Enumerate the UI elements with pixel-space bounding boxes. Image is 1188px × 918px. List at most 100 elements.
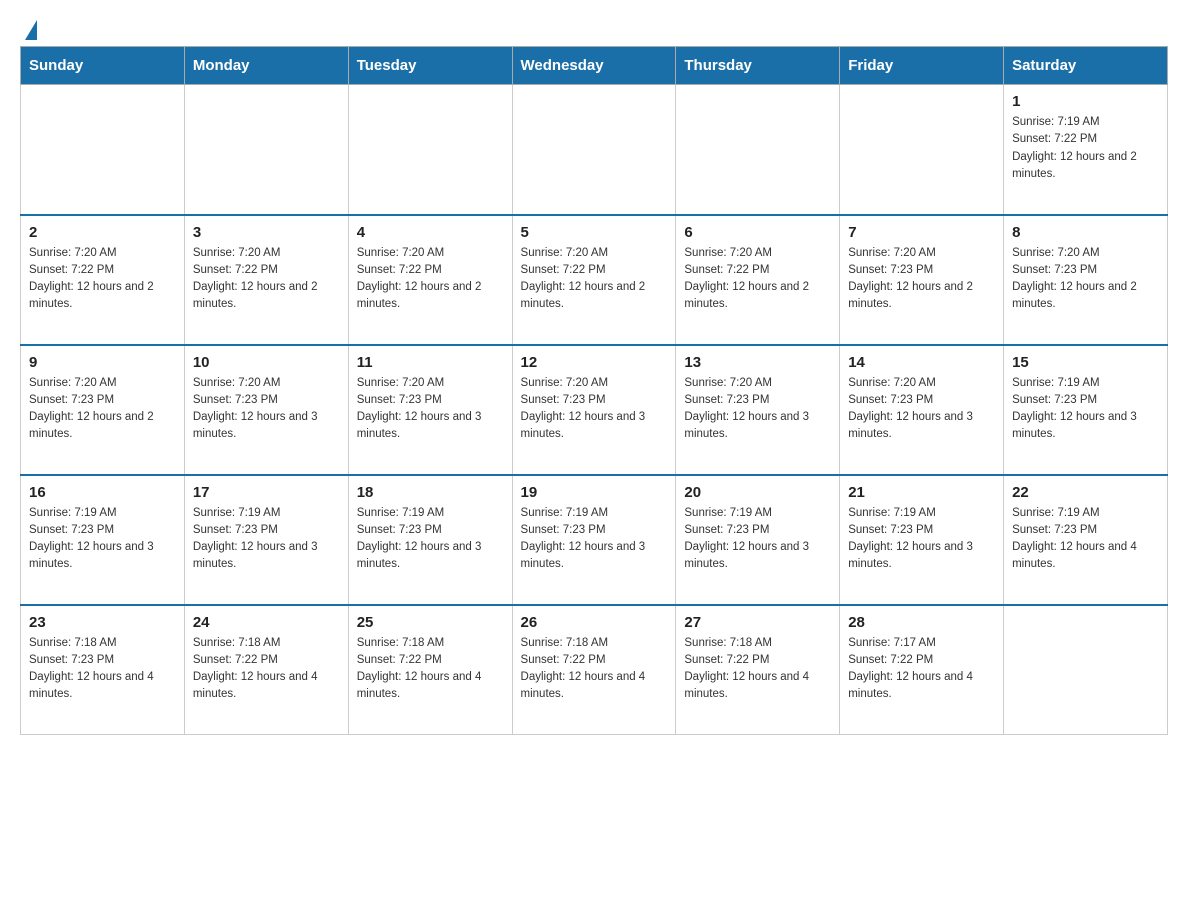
day-number: 10: [193, 354, 340, 371]
calendar-cell: 4 Sunrise: 7:20 AMSunset: 7:22 PMDaylight…: [348, 215, 512, 345]
day-info: Sunrise: 7:18 AMSunset: 7:23 PMDaylight:…: [29, 635, 176, 704]
calendar-cell: 7 Sunrise: 7:20 AMSunset: 7:23 PMDaylight…: [840, 215, 1004, 345]
weekday-header-sunday: Sunday: [21, 47, 185, 85]
day-info: Sunrise: 7:20 AMSunset: 7:23 PMDaylight:…: [29, 375, 176, 444]
calendar-cell: 5 Sunrise: 7:20 AMSunset: 7:22 PMDaylight…: [512, 215, 676, 345]
day-number: 9: [29, 354, 176, 371]
calendar-cell: 20 Sunrise: 7:19 AMSunset: 7:23 PMDayligh…: [676, 475, 840, 605]
day-number: 23: [29, 614, 176, 631]
day-number: 11: [357, 354, 504, 371]
weekday-header-monday: Monday: [184, 47, 348, 85]
day-info: Sunrise: 7:20 AMSunset: 7:23 PMDaylight:…: [521, 375, 668, 444]
day-info: Sunrise: 7:20 AMSunset: 7:22 PMDaylight:…: [684, 245, 831, 314]
day-number: 12: [521, 354, 668, 371]
day-info: Sunrise: 7:20 AMSunset: 7:23 PMDaylight:…: [684, 375, 831, 444]
day-info: Sunrise: 7:20 AMSunset: 7:23 PMDaylight:…: [1012, 245, 1159, 314]
day-info: Sunrise: 7:20 AMSunset: 7:23 PMDaylight:…: [848, 245, 995, 314]
day-number: 20: [684, 484, 831, 501]
day-number: 2: [29, 224, 176, 241]
day-info: Sunrise: 7:20 AMSunset: 7:23 PMDaylight:…: [848, 375, 995, 444]
calendar-cell: 18 Sunrise: 7:19 AMSunset: 7:23 PMDayligh…: [348, 475, 512, 605]
weekday-header-saturday: Saturday: [1004, 47, 1168, 85]
calendar-cell: 13 Sunrise: 7:20 AMSunset: 7:23 PMDayligh…: [676, 345, 840, 475]
day-info: Sunrise: 7:18 AMSunset: 7:22 PMDaylight:…: [357, 635, 504, 704]
week-row-2: 2 Sunrise: 7:20 AMSunset: 7:22 PMDaylight…: [21, 215, 1168, 345]
calendar-cell: 10 Sunrise: 7:20 AMSunset: 7:23 PMDayligh…: [184, 345, 348, 475]
day-number: 14: [848, 354, 995, 371]
day-number: 25: [357, 614, 504, 631]
day-number: 26: [521, 614, 668, 631]
day-info: Sunrise: 7:18 AMSunset: 7:22 PMDaylight:…: [684, 635, 831, 704]
day-info: Sunrise: 7:19 AMSunset: 7:23 PMDaylight:…: [848, 505, 995, 574]
calendar-cell: 28 Sunrise: 7:17 AMSunset: 7:22 PMDayligh…: [840, 605, 1004, 735]
calendar-cell: 6 Sunrise: 7:20 AMSunset: 7:22 PMDaylight…: [676, 215, 840, 345]
day-info: Sunrise: 7:20 AMSunset: 7:22 PMDaylight:…: [521, 245, 668, 314]
page-header: [20, 20, 1168, 36]
weekday-header-thursday: Thursday: [676, 47, 840, 85]
day-info: Sunrise: 7:20 AMSunset: 7:23 PMDaylight:…: [193, 375, 340, 444]
logo-triangle-icon: [25, 20, 37, 40]
calendar-cell: 15 Sunrise: 7:19 AMSunset: 7:23 PMDayligh…: [1004, 345, 1168, 475]
week-row-5: 23 Sunrise: 7:18 AMSunset: 7:23 PMDayligh…: [21, 605, 1168, 735]
calendar-cell: 24 Sunrise: 7:18 AMSunset: 7:22 PMDayligh…: [184, 605, 348, 735]
weekday-header-friday: Friday: [840, 47, 1004, 85]
day-number: 22: [1012, 484, 1159, 501]
calendar-cell: 25 Sunrise: 7:18 AMSunset: 7:22 PMDayligh…: [348, 605, 512, 735]
day-number: 3: [193, 224, 340, 241]
day-number: 1: [1012, 93, 1159, 110]
day-info: Sunrise: 7:19 AMSunset: 7:23 PMDaylight:…: [357, 505, 504, 574]
day-number: 13: [684, 354, 831, 371]
calendar-cell: [184, 85, 348, 215]
calendar-cell: [512, 85, 676, 215]
day-number: 24: [193, 614, 340, 631]
day-info: Sunrise: 7:19 AMSunset: 7:23 PMDaylight:…: [1012, 505, 1159, 574]
day-info: Sunrise: 7:19 AMSunset: 7:22 PMDaylight:…: [1012, 114, 1159, 183]
weekday-header-tuesday: Tuesday: [348, 47, 512, 85]
calendar-cell: 12 Sunrise: 7:20 AMSunset: 7:23 PMDayligh…: [512, 345, 676, 475]
day-number: 7: [848, 224, 995, 241]
calendar-cell: 3 Sunrise: 7:20 AMSunset: 7:22 PMDaylight…: [184, 215, 348, 345]
day-info: Sunrise: 7:20 AMSunset: 7:23 PMDaylight:…: [357, 375, 504, 444]
weekday-header-wednesday: Wednesday: [512, 47, 676, 85]
day-number: 5: [521, 224, 668, 241]
day-number: 4: [357, 224, 504, 241]
calendar-cell: 1 Sunrise: 7:19 AMSunset: 7:22 PMDaylight…: [1004, 85, 1168, 215]
calendar-cell: 2 Sunrise: 7:20 AMSunset: 7:22 PMDaylight…: [21, 215, 185, 345]
day-info: Sunrise: 7:17 AMSunset: 7:22 PMDaylight:…: [848, 635, 995, 704]
calendar-cell: 22 Sunrise: 7:19 AMSunset: 7:23 PMDayligh…: [1004, 475, 1168, 605]
day-info: Sunrise: 7:19 AMSunset: 7:23 PMDaylight:…: [521, 505, 668, 574]
day-number: 18: [357, 484, 504, 501]
calendar-cell: 27 Sunrise: 7:18 AMSunset: 7:22 PMDayligh…: [676, 605, 840, 735]
week-row-4: 16Sunrise: 7:19 AMSunset: 7:23 PMDayligh…: [21, 475, 1168, 605]
calendar-cell: [348, 85, 512, 215]
day-number: 15: [1012, 354, 1159, 371]
day-number: 19: [521, 484, 668, 501]
calendar-cell: 8 Sunrise: 7:20 AMSunset: 7:23 PMDaylight…: [1004, 215, 1168, 345]
calendar-cell: 26Sunrise: 7:18 AMSunset: 7:22 PMDayligh…: [512, 605, 676, 735]
day-number: 17: [193, 484, 340, 501]
day-number: 28: [848, 614, 995, 631]
calendar-cell: 14 Sunrise: 7:20 AMSunset: 7:23 PMDayligh…: [840, 345, 1004, 475]
day-info: Sunrise: 7:20 AMSunset: 7:22 PMDaylight:…: [193, 245, 340, 314]
day-info: Sunrise: 7:18 AMSunset: 7:22 PMDaylight:…: [193, 635, 340, 704]
calendar-cell: 19 Sunrise: 7:19 AMSunset: 7:23 PMDayligh…: [512, 475, 676, 605]
day-info: Sunrise: 7:19 AMSunset: 7:23 PMDaylight:…: [684, 505, 831, 574]
day-info: Sunrise: 7:20 AMSunset: 7:22 PMDaylight:…: [29, 245, 176, 314]
day-number: 21: [848, 484, 995, 501]
day-info: Sunrise: 7:19 AMSunset: 7:23 PMDaylight:…: [1012, 375, 1159, 444]
calendar-cell: 23 Sunrise: 7:18 AMSunset: 7:23 PMDayligh…: [21, 605, 185, 735]
calendar-cell: [840, 85, 1004, 215]
calendar-cell: 17 Sunrise: 7:19 AMSunset: 7:23 PMDayligh…: [184, 475, 348, 605]
day-number: 8: [1012, 224, 1159, 241]
day-info: Sunrise: 7:19 AMSunset: 7:23 PMDaylight:…: [29, 505, 176, 574]
day-info: Sunrise: 7:20 AMSunset: 7:22 PMDaylight:…: [357, 245, 504, 314]
day-info: Sunrise: 7:19 AMSunset: 7:23 PMDaylight:…: [193, 505, 340, 574]
calendar-cell: 16Sunrise: 7:19 AMSunset: 7:23 PMDayligh…: [21, 475, 185, 605]
week-row-3: 9 Sunrise: 7:20 AMSunset: 7:23 PMDaylight…: [21, 345, 1168, 475]
day-number: 27: [684, 614, 831, 631]
week-row-1: 1 Sunrise: 7:19 AMSunset: 7:22 PMDaylight…: [21, 85, 1168, 215]
calendar-cell: [21, 85, 185, 215]
day-number: 6: [684, 224, 831, 241]
calendar-cell: [1004, 605, 1168, 735]
calendar-cell: 21 Sunrise: 7:19 AMSunset: 7:23 PMDayligh…: [840, 475, 1004, 605]
